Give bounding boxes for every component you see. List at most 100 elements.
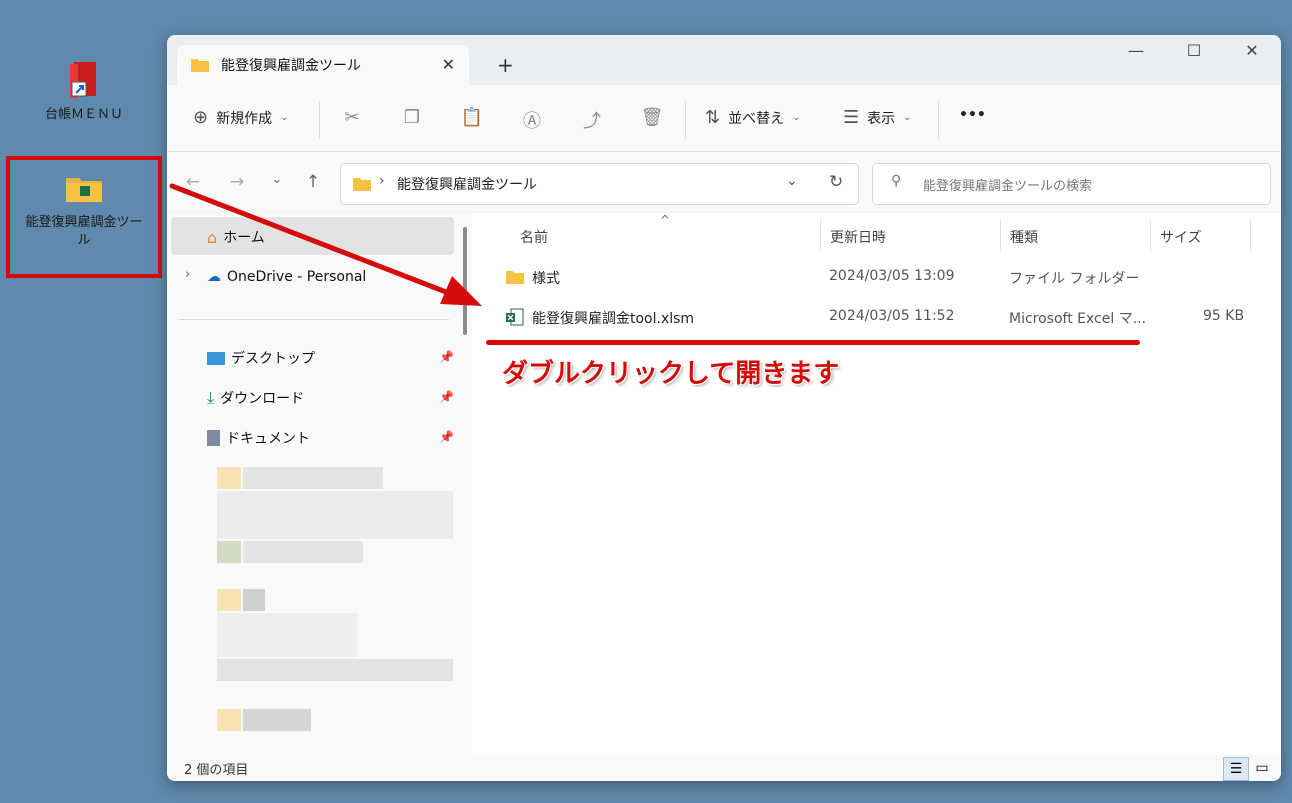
cloud-icon: ☁ [207,269,221,285]
address-bar[interactable]: › 能登復興雇調金ツール ⌄ ↻ [340,163,859,205]
sidebar-item-label: ホーム [223,230,265,246]
folder-icon [353,178,371,191]
share-icon[interactable]: ⤴ [579,107,605,133]
file-row-excel[interactable]: 能登復興雇調金tool.xlsm 2024/03/05 11:52 Micros… [472,299,1281,335]
home-icon: ⌂ [207,227,218,247]
plus-circle-icon: ⊕ [193,107,209,128]
chevron-down-icon[interactable]: ⌄ [786,173,798,189]
expand-chevron-icon[interactable]: › [185,267,190,282]
rename-icon[interactable]: Ⓐ [519,107,545,133]
paste-icon[interactable]: 📋 [459,107,485,128]
file-type: ファイル フォルダー [1009,271,1140,287]
sort-indicator-icon: ^ [660,213,671,227]
more-options-button[interactable]: ••• [959,107,986,123]
blurred-item [217,541,241,563]
up-arrow-icon[interactable]: ↑ [301,172,325,192]
title-bar: 能登復興雇調金ツール ✕ + — ☐ ✕ [167,35,1281,85]
sort-button[interactable]: ⇅ 並べ替え ⌄ [705,107,800,128]
blurred-item [217,709,241,731]
copy-icon[interactable]: ❐ [399,107,425,128]
sidebar-item-label: デスクトップ [231,351,315,367]
divider [938,101,939,139]
search-box[interactable]: ⚲ 能登復興雇調金ツールの検索 [872,163,1271,205]
maximize-button[interactable]: ☐ [1179,41,1209,60]
view-button[interactable]: ☰ 表示 ⌄ [843,107,912,128]
sidebar-item-label: ドキュメント [226,431,310,447]
file-explorer-window: 能登復興雇調金ツール ✕ + — ☐ ✕ ⊕ 新規作成 ⌄ ✂ ❐ 📋 Ⓐ ⤴ … [167,35,1281,781]
blurred-item [243,467,383,489]
new-label: 新規作成 [216,110,273,127]
new-tab-button[interactable]: + [497,53,514,77]
forward-arrow-icon[interactable]: → [225,172,249,192]
column-divider[interactable] [820,219,821,251]
sidebar-scrollbar[interactable] [463,227,467,335]
file-name: 能登復興雇調金tool.xlsm [532,311,695,327]
blurred-item [243,589,265,611]
file-size: 95 KB [1203,308,1245,324]
folder-icon [506,271,524,284]
delete-icon[interactable]: 🗑 [639,107,665,128]
column-header-name[interactable]: 名前 [520,227,548,247]
sidebar-item-onedrive[interactable]: ☁ OneDrive - Personal [207,269,366,285]
tab-close-icon[interactable]: ✕ [442,55,455,74]
new-button[interactable]: ⊕ 新規作成 ⌄ [193,107,288,128]
cut-icon[interactable]: ✂ [339,107,365,128]
chevron-down-icon: ⌄ [792,112,801,123]
back-arrow-icon[interactable]: ← [181,172,205,192]
column-header-size[interactable]: サイズ [1160,227,1202,247]
column-divider[interactable] [1000,219,1001,251]
pin-icon[interactable]: 📌 [439,390,454,404]
item-count: 2 個の項目 [184,763,249,778]
blurred-item [217,467,241,489]
sidebar-item-downloads[interactable]: ⤓ ダウンロード [207,388,304,408]
sidebar-item-label: ダウンロード [220,391,305,407]
navigation-pane: ⌂ ホーム › ☁ OneDrive - Personal デスクトップ 📌 ⤓… [167,213,472,755]
sidebar-item-home[interactable]: ⌂ ホーム [207,227,265,247]
folder-icon [66,178,102,202]
pin-icon[interactable]: 📌 [439,430,454,444]
folder-icon [191,59,209,72]
address-path: 能登復興雇調金ツール [397,177,537,193]
blurred-item [243,541,363,563]
sidebar-item-desktop[interactable]: デスクトップ [207,348,315,368]
column-divider[interactable] [1150,219,1151,251]
desktop-icon-label: 台帳ＭＥＮＵ [44,107,123,122]
file-row-folder[interactable]: 様式 2024/03/05 13:09 ファイル フォルダー [472,259,1281,295]
document-icon [207,430,220,446]
details-view-icon[interactable]: ☰ [1223,757,1249,781]
breadcrumb-chevron-icon: › [379,173,385,189]
column-header-date[interactable]: 更新日時 [830,227,886,247]
desktop-icon-tool-folder[interactable]: 能登復興雇調金ツール [6,156,162,278]
sidebar-item-label: OneDrive - Personal [227,269,367,285]
pin-icon[interactable]: 📌 [439,350,454,364]
blurred-item [217,659,453,681]
annotation-text: ダブルクリックして開きます [502,359,840,389]
chevron-down-icon: ⌄ [280,112,289,123]
close-window-button[interactable]: ✕ [1237,41,1267,60]
desktop-icon-daicho-menu[interactable]: 台帳ＭＥＮＵ [28,58,140,124]
tab-current-folder[interactable]: 能登復興雇調金ツール ✕ [177,45,469,85]
annotation-underline [486,340,1140,345]
blurred-item [243,709,311,731]
sort-label: 並べ替え [728,110,785,127]
tiles-view-icon[interactable]: ▭ [1250,757,1274,779]
blurred-item [217,613,357,657]
search-icon: ⚲ [891,173,902,189]
navigation-bar: ← → ⌄ ↑ › 能登復興雇調金ツール ⌄ ↻ ⚲ 能登復興雇調金ツールの検索 [167,152,1281,212]
view-label: 表示 [867,110,896,127]
minimize-button[interactable]: — [1121,41,1151,60]
search-placeholder: 能登復興雇調金ツールの検索 [923,179,1093,194]
command-bar: ⊕ 新規作成 ⌄ ✂ ❐ 📋 Ⓐ ⤴ 🗑 ⇅ 並べ替え ⌄ ☰ 表示 ⌄ ••• [167,85,1281,152]
recent-chevron-icon[interactable]: ⌄ [265,172,289,187]
tab-title: 能登復興雇調金ツール [221,58,361,74]
excel-file-icon [506,308,524,326]
divider [179,319,449,320]
divider [319,101,320,139]
column-divider[interactable] [1250,219,1251,251]
sidebar-item-documents[interactable]: ドキュメント [207,428,310,448]
column-header-type[interactable]: 種類 [1010,227,1038,247]
divider [685,101,686,139]
desktop-icon [207,351,225,365]
download-icon: ⤓ [207,388,215,407]
refresh-icon[interactable]: ↻ [829,172,843,192]
